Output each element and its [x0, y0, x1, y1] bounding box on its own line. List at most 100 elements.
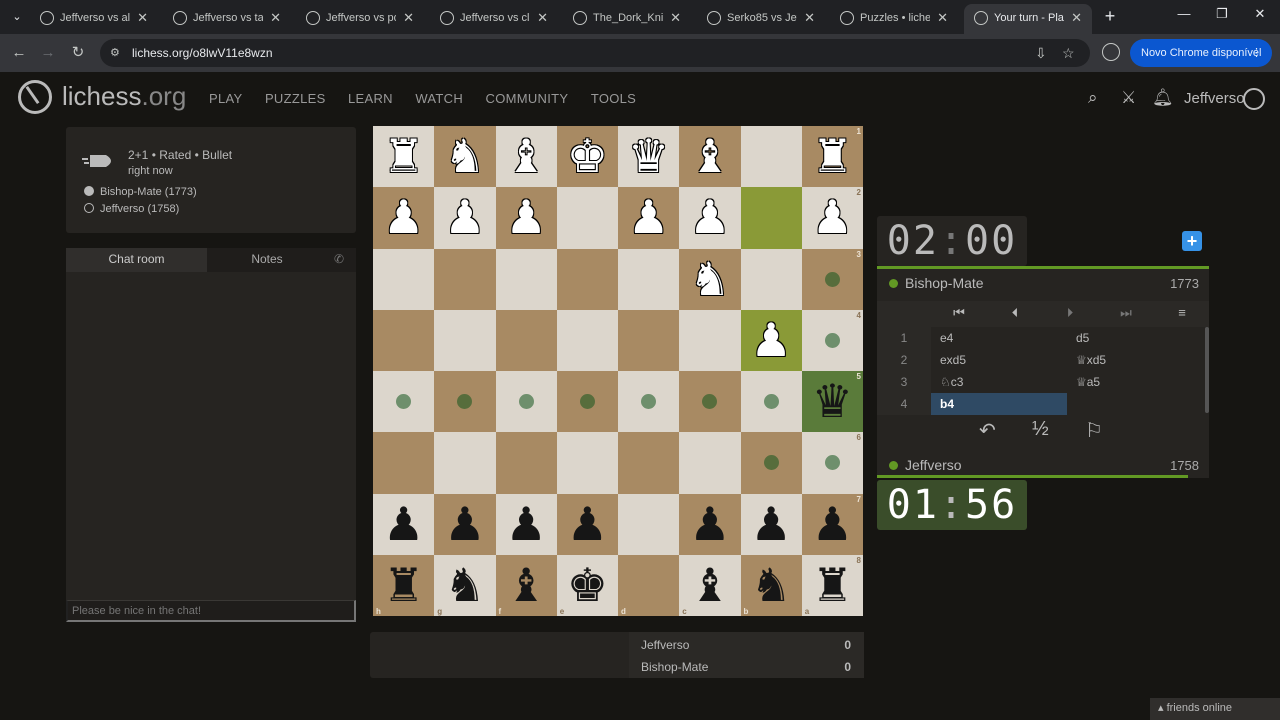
nav-tools[interactable]: TOOLS	[591, 91, 636, 106]
board-square[interactable]: ♟	[373, 493, 435, 555]
browser-tab[interactable]: The_Dork_Knight✕	[563, 4, 691, 32]
browser-tab[interactable]: Jeffverso vs al_ar✕	[30, 4, 158, 32]
board-square[interactable]	[373, 371, 435, 433]
legal-move-dot[interactable]	[763, 455, 779, 471]
board-square[interactable]	[373, 248, 435, 310]
move-ply[interactable]: d5	[1067, 327, 1205, 349]
close-window-icon[interactable]: ✕	[1242, 6, 1278, 22]
user-menu[interactable]: Jeffverso	[1184, 90, 1245, 107]
lichess-logo-icon[interactable]	[18, 80, 52, 114]
nav-watch[interactable]: WATCH	[415, 91, 463, 106]
board-square[interactable]	[679, 371, 741, 433]
black-queen-icon[interactable]: ♛	[802, 371, 863, 432]
board-square[interactable]	[679, 432, 741, 494]
last-move-icon[interactable]: ⏭	[1111, 305, 1141, 321]
board-square[interactable]: ♟ 2	[801, 187, 863, 249]
bookmark-star-icon[interactable]: ☆	[1062, 45, 1075, 62]
voice-chat-phone-icon[interactable]: ✆	[334, 252, 344, 266]
close-tab-icon[interactable]: ✕	[403, 4, 414, 32]
board-square[interactable]: ♝	[495, 126, 557, 188]
give-time-plus-icon[interactable]: +	[1182, 231, 1202, 251]
white-pawn-icon[interactable]: ♟	[741, 310, 802, 371]
close-tab-icon[interactable]: ✕	[804, 4, 815, 32]
chat-input[interactable]	[66, 600, 356, 622]
board-square[interactable]: ♟	[495, 187, 557, 249]
board-square[interactable]: ♚ e	[556, 554, 618, 616]
board-square[interactable]: 6	[801, 432, 863, 494]
notifications-bell-icon[interactable]: 🔔︎	[1152, 88, 1174, 108]
move-ply[interactable]: e4	[931, 327, 1067, 349]
board-square[interactable]	[434, 371, 496, 433]
first-move-icon[interactable]: ⏮	[944, 305, 974, 321]
black-player-link[interactable]: Jeffverso (1758)	[84, 203, 179, 215]
legal-move-dot[interactable]	[824, 271, 840, 287]
url-text[interactable]: lichess.org/o8lwV11e8wzn	[132, 46, 273, 60]
black-pawn-icon[interactable]: ♟	[802, 494, 863, 555]
opponent-player-row[interactable]: Bishop-Mate 1773	[877, 268, 1209, 298]
board-square[interactable]: ♟	[434, 187, 496, 249]
nav-puzzles[interactable]: PUZZLES	[265, 91, 326, 106]
move-ply[interactable]	[1067, 393, 1205, 415]
close-tab-icon[interactable]: ✕	[1071, 4, 1082, 32]
nav-learn[interactable]: LEARN	[348, 91, 393, 106]
chrome-update-button[interactable]: Novo Chrome disponível ⋮	[1130, 39, 1272, 67]
minimize-icon[interactable]: —	[1166, 6, 1202, 21]
legal-move-dot[interactable]	[396, 394, 411, 409]
board-square[interactable]	[556, 371, 618, 433]
board-square[interactable]: ♞ b	[740, 554, 802, 616]
opponent-name[interactable]: Bishop-Mate	[905, 275, 984, 291]
board-square[interactable]	[740, 248, 802, 310]
black-rook-icon[interactable]: ♜	[802, 555, 863, 616]
board-square[interactable]	[495, 309, 557, 371]
white-pawn-icon[interactable]: ♟	[373, 187, 434, 248]
board-square[interactable]: ♝ c	[679, 554, 741, 616]
nav-play[interactable]: PLAY	[209, 91, 242, 106]
white-rook-icon[interactable]: ♜	[802, 126, 863, 187]
white-pawn-icon[interactable]: ♟	[618, 187, 679, 248]
board-square[interactable]: ♟	[434, 493, 496, 555]
board-square[interactable]	[740, 432, 802, 494]
close-tab-icon[interactable]: ✕	[937, 4, 948, 32]
board-square[interactable]: ♞	[434, 126, 496, 188]
board-square[interactable]: ♟	[679, 493, 741, 555]
board-square[interactable]: ♝ f	[495, 554, 557, 616]
board-square[interactable]: ♟	[740, 309, 802, 371]
board-square[interactable]	[618, 432, 680, 494]
board-square[interactable]	[495, 371, 557, 433]
board-square[interactable]: ♟	[679, 187, 741, 249]
white-knight-icon[interactable]: ♞	[679, 249, 740, 310]
board-square[interactable]: ♚	[556, 126, 618, 188]
tab-notes[interactable]: Notes	[207, 248, 327, 272]
chess-board[interactable]: ♜ ♞ ♝ ♚ ♛ ♝ ♜ 1 ♟ ♟ ♟ ♟ ♟ ♟ 2 ♞ 3 ♟ 4 ♛ 5 6 ♟ ♟ ♟ ♟ ♟ ♟ ♟ 7 ♜ h ♞ g ♝ f ♚ e d ♝…	[373, 126, 863, 616]
white-player-link[interactable]: Bishop-Mate (1773)	[84, 186, 197, 198]
legal-move-dot[interactable]	[579, 394, 595, 409]
board-square[interactable]: ♞ g	[434, 554, 496, 616]
board-square[interactable]: d	[618, 554, 680, 616]
board-square[interactable]: 4	[801, 309, 863, 371]
board-square[interactable]: ♛	[618, 126, 680, 188]
black-knight-icon[interactable]: ♞	[741, 555, 802, 616]
black-pawn-icon[interactable]: ♟	[496, 494, 557, 555]
black-knight-icon[interactable]: ♞	[434, 555, 495, 616]
next-move-icon[interactable]: ⏵	[1055, 305, 1085, 321]
legal-move-dot[interactable]	[763, 394, 779, 409]
legal-move-dot[interactable]	[518, 394, 534, 409]
move-ply[interactable]: ♕xd5	[1067, 349, 1205, 371]
resign-flag-icon[interactable]: ⚐	[1085, 418, 1103, 443]
board-square[interactable]: ♟	[618, 187, 680, 249]
browser-tab[interactable]: Jeffverso vs posn✕	[296, 4, 424, 32]
board-square[interactable]: ♟ 7	[801, 493, 863, 555]
white-pawn-icon[interactable]: ♟	[434, 187, 495, 248]
board-square[interactable]: ♟	[373, 187, 435, 249]
prev-move-icon[interactable]: ⏴	[1000, 305, 1030, 321]
board-square[interactable]	[618, 371, 680, 433]
board-square[interactable]	[556, 309, 618, 371]
offer-draw-button[interactable]: ½	[1032, 418, 1049, 441]
board-square[interactable]	[740, 187, 802, 249]
browser-tab[interactable]: Jeffverso vs clagi✕	[430, 4, 558, 32]
black-bishop-icon[interactable]: ♝	[496, 555, 557, 616]
board-square[interactable]	[556, 248, 618, 310]
black-bishop-icon[interactable]: ♝	[679, 555, 740, 616]
close-tab-icon[interactable]: ✕	[537, 4, 548, 32]
board-square[interactable]	[740, 371, 802, 433]
